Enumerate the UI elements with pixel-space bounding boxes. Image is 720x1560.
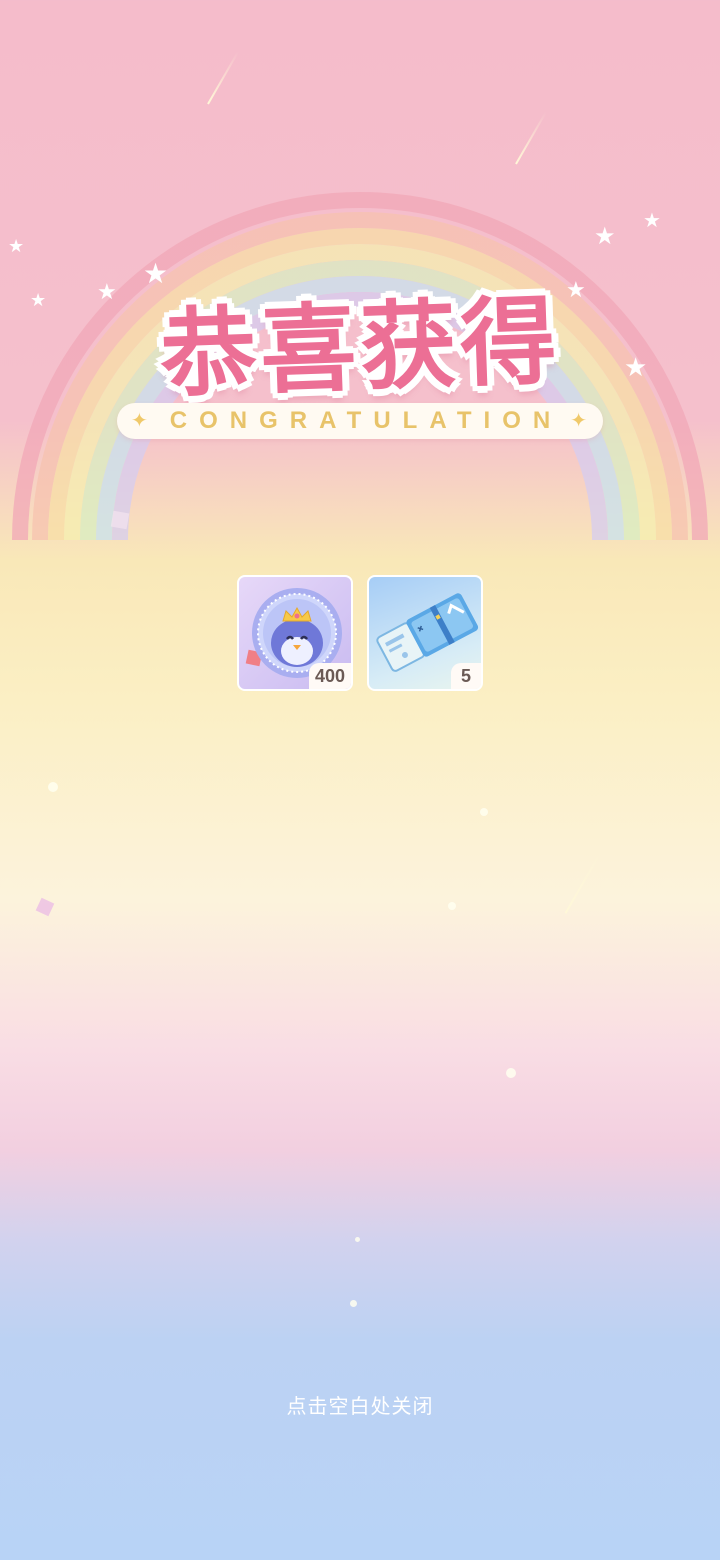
confetti-decoration: [110, 510, 130, 530]
star-icon: ★: [643, 208, 661, 232]
reward-count: 5: [451, 663, 481, 689]
star-icon: ★: [594, 222, 616, 250]
glow-dot: [355, 1237, 360, 1242]
glow-dot: [506, 1068, 516, 1078]
glow-dot: [350, 1300, 357, 1307]
reward-list: 400 5: [237, 575, 487, 693]
glow-dot: [48, 782, 58, 792]
subtitle-text: CONGRATULATION: [169, 407, 563, 434]
sparkle-icon: ✦: [131, 408, 148, 432]
reward-item-coin[interactable]: 400: [237, 575, 353, 691]
reward-count: 400: [308, 663, 351, 689]
page-title: 恭喜获得: [158, 285, 563, 411]
subtitle-banner: ✦ CONGRATULATION ✦: [117, 403, 603, 439]
reward-item-ticket[interactable]: 5: [367, 575, 483, 691]
close-hint[interactable]: 点击空白处关闭: [0, 1390, 720, 1419]
glow-dot: [448, 902, 456, 910]
sparkle-icon: ✦: [570, 408, 587, 432]
star-icon: ★: [8, 236, 25, 257]
glow-dot: [480, 808, 488, 816]
